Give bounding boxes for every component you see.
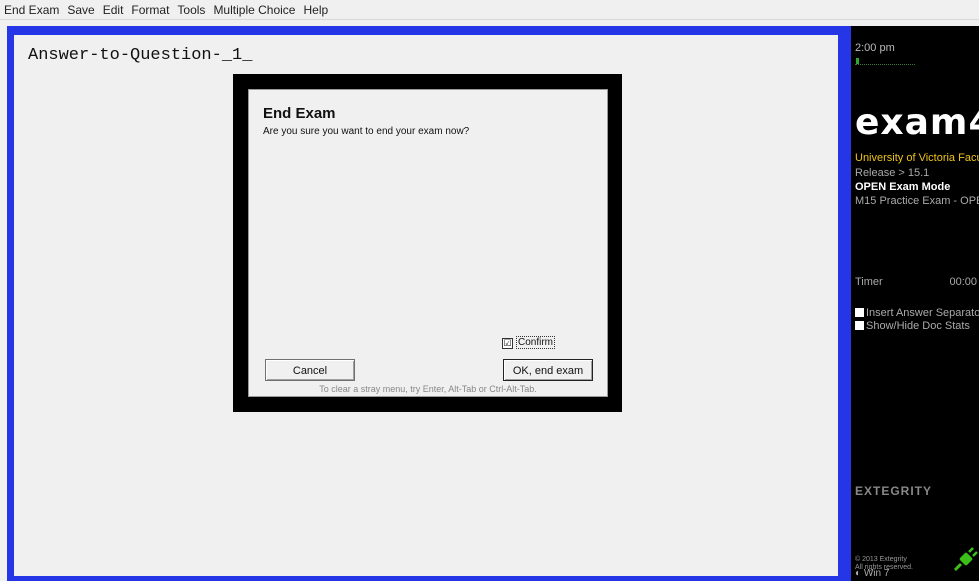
- contrast-icon[interactable]: ◐: [855, 568, 861, 579]
- confirm-check-icon[interactable]: ☑: [502, 338, 513, 349]
- insert-separator-toggle[interactable]: Insert Answer Separator: [855, 307, 979, 319]
- exam4-logo: exam4: [855, 102, 979, 143]
- extegrity-logo: EXTEGRITY: [855, 484, 933, 498]
- cancel-button[interactable]: Cancel: [265, 359, 355, 381]
- menu-bar: End Exam Save Edit Format Tools Multiple Choi…: [0, 0, 979, 20]
- power-plug-icon: [953, 547, 978, 572]
- clock-progress: [855, 58, 915, 65]
- confirm-label: Confirm: [516, 336, 556, 349]
- timer-value: 00:00: [949, 276, 977, 288]
- menu-multiple-choice[interactable]: Multiple Choice: [209, 0, 299, 17]
- insert-separator-checkbox[interactable]: [855, 308, 864, 317]
- clock: 2:00 pm: [855, 42, 895, 54]
- menu-format[interactable]: Format: [127, 0, 173, 17]
- exam-name: M15 Practice Exam - OPEN: [855, 195, 979, 207]
- sidebar: 2:00 pm exam4 University of Victoria Fac…: [847, 26, 979, 581]
- os-name: Win 7: [863, 568, 890, 579]
- menu-save[interactable]: Save: [63, 0, 98, 17]
- dialog-title: End Exam: [263, 105, 336, 122]
- answer-text: Answer-to-Question-_1_: [28, 46, 253, 65]
- release-version: Release > 15.1: [855, 167, 930, 179]
- menu-end-exam[interactable]: End Exam: [0, 0, 63, 17]
- confirm-checkbox[interactable]: ☑ Confirm: [502, 336, 556, 349]
- dialog-message: Are you sure you want to end your exam n…: [263, 126, 470, 137]
- menu-edit[interactable]: Edit: [99, 0, 128, 17]
- doc-stats-toggle[interactable]: Show/Hide Doc Stats: [855, 320, 970, 332]
- timer-label: Timer: [855, 276, 883, 288]
- insert-separator-label: Insert Answer Separator: [866, 307, 979, 319]
- os-label: ◐ Win 7: [855, 568, 889, 579]
- ok-end-exam-button[interactable]: OK, end exam: [503, 359, 593, 381]
- doc-stats-checkbox[interactable]: [855, 321, 864, 330]
- end-exam-dialog: End Exam Are you sure you want to end yo…: [248, 89, 608, 397]
- copyright-line1: © 2013 Extegrity: [855, 556, 907, 563]
- faculty-name: University of Victoria Faculty: [855, 152, 979, 164]
- menu-tools[interactable]: Tools: [173, 0, 209, 17]
- doc-stats-label: Show/Hide Doc Stats: [866, 320, 970, 332]
- stray-menu-hint: To clear a stray menu, try Enter, Alt-Ta…: [319, 384, 537, 394]
- exam-mode: OPEN Exam Mode: [855, 181, 951, 193]
- menu-help[interactable]: Help: [299, 0, 332, 17]
